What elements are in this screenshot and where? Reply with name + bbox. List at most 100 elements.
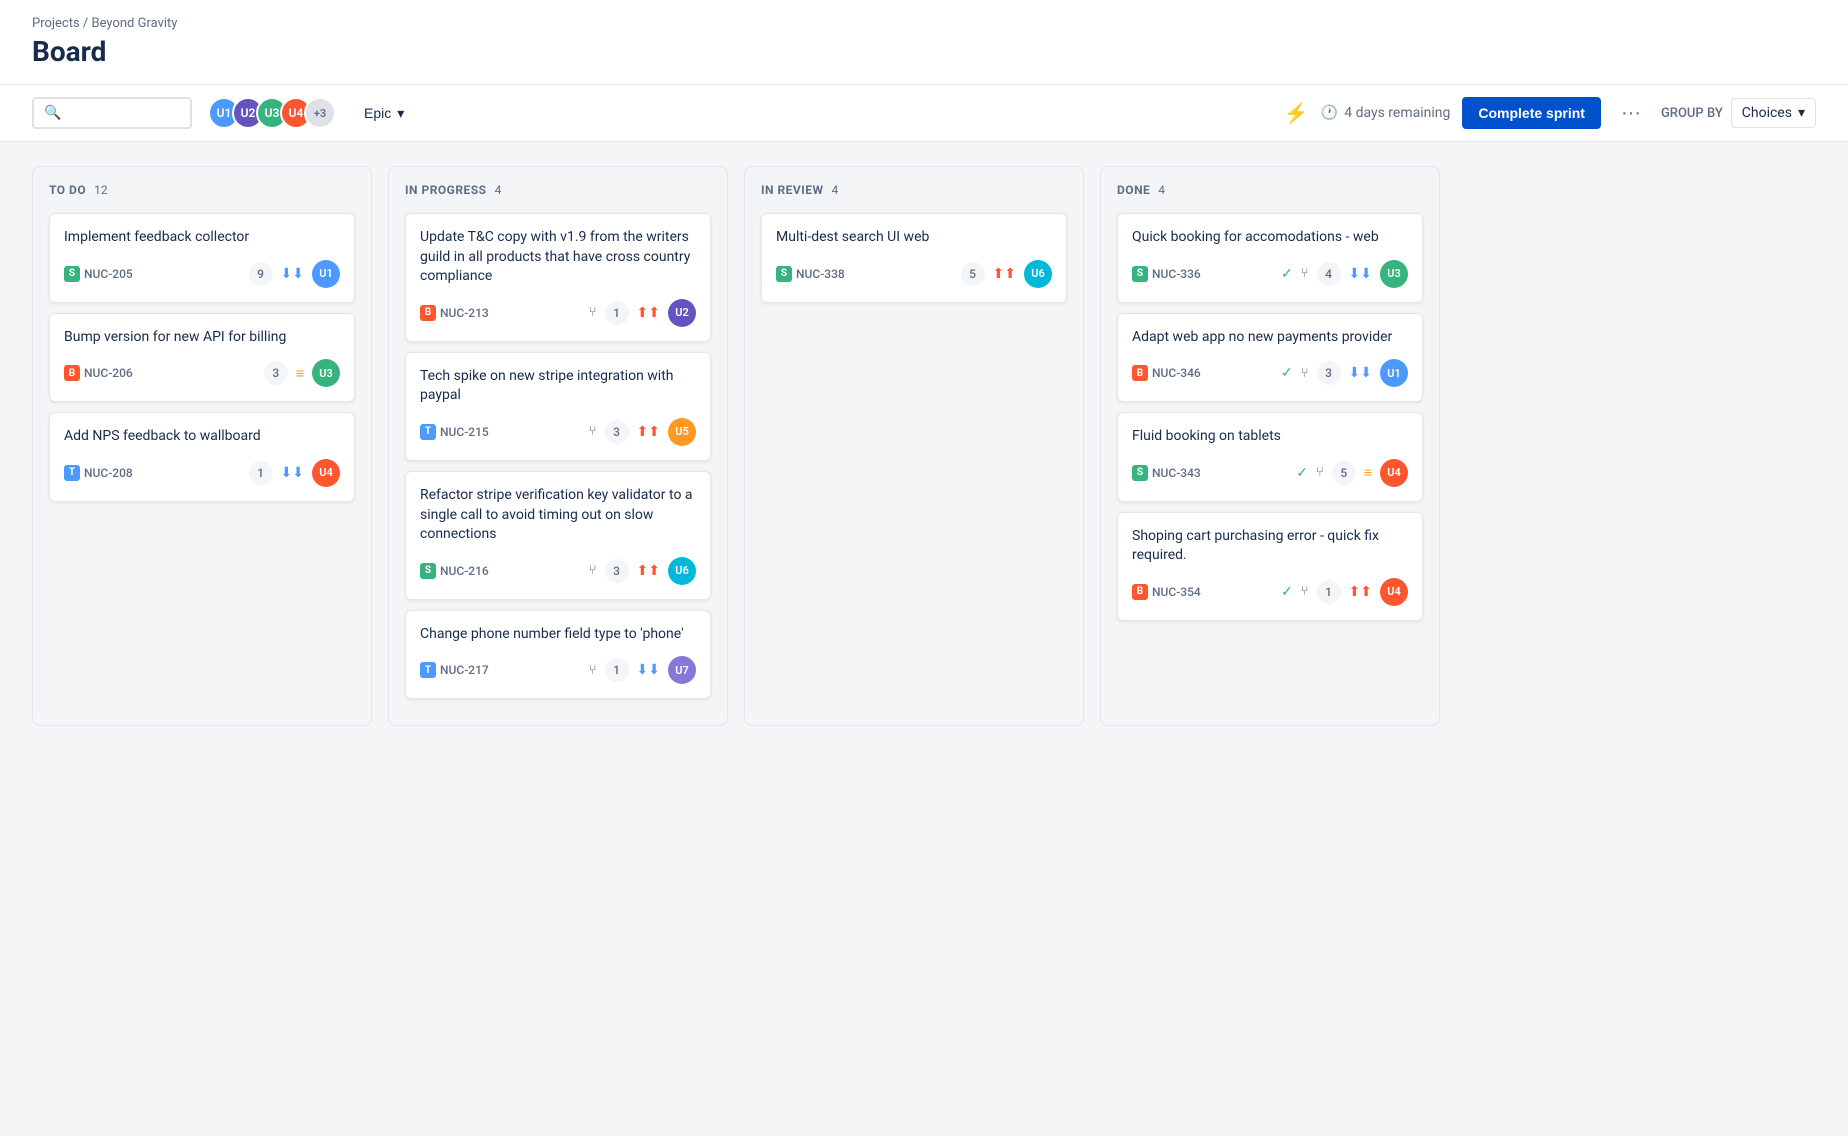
pr-icon: ⑂ [1301,366,1309,381]
card-meta: B NUC-213 ⑂ 1 ⬆⬆ U2 [420,299,696,327]
toolbar-left: 🔍 U1 U2 U3 U4 +3 Epic ▾ [32,97,416,129]
story-points: 3 [605,420,629,444]
card-meta: T NUC-215 ⑂ 3 ⬆⬆ U5 [420,418,696,446]
card-title: Shoping cart purchasing error - quick fi… [1132,527,1408,566]
issue-key: NUC-343 [1152,466,1201,480]
check-icon: ✓ [1281,365,1293,381]
pr-icon: ⑂ [1301,266,1309,281]
column-title: IN PROGRESS [405,183,487,197]
card[interactable]: Tech spike on new stripe integration wit… [405,352,711,461]
card[interactable]: Adapt web app no new payments provider B… [1117,313,1423,403]
column-inreview: IN REVIEW 4 Multi-dest search UI web S N… [744,166,1084,726]
avatar: U4 [1380,459,1408,487]
sprint-actions: ⚡ 🕐 4 days remaining Complete sprint ··· [1284,97,1649,129]
card[interactable]: Implement feedback collector S NUC-205 9… [49,213,355,303]
avatar: U4 [1380,578,1408,606]
column-count: 12 [94,183,108,197]
card[interactable]: Multi-dest search UI web S NUC-338 5 ⬆⬆ … [761,213,1067,303]
issue-key: NUC-205 [84,267,133,281]
story-points: 4 [1317,262,1341,286]
issue-badge: S NUC-338 [776,266,845,282]
story-points: 1 [249,461,273,485]
issue-key: NUC-213 [440,306,489,320]
issue-type-icon: T [420,662,436,678]
pr-icon: ⑂ [589,663,597,678]
issue-key: NUC-354 [1152,585,1201,599]
issue-type-icon: T [420,424,436,440]
search-box[interactable]: 🔍 [32,97,192,129]
card-title: Change phone number field type to 'phone… [420,625,696,645]
column-done: DONE 4 Quick booking for accomodations -… [1100,166,1440,726]
issue-key: NUC-338 [796,267,845,281]
avatar: U5 [668,418,696,446]
story-points: 3 [1317,361,1341,385]
issue-key: NUC-336 [1152,267,1201,281]
card-meta: S NUC-205 9 ⬇⬇ U1 [64,260,340,288]
avatar-group: U1 U2 U3 U4 +3 [208,97,336,129]
card[interactable]: Bump version for new API for billing B N… [49,313,355,403]
card-title: Multi-dest search UI web [776,228,1052,248]
epic-filter-button[interactable]: Epic ▾ [352,99,416,128]
issue-badge: B NUC-354 [1132,584,1201,600]
check-icon: ✓ [1281,584,1293,600]
avatar: U6 [668,557,696,585]
card[interactable]: Update T&C copy with v1.9 from the write… [405,213,711,342]
more-options-button[interactable]: ··· [1613,98,1649,129]
card[interactable]: Fluid booking on tablets S NUC-343 ✓ ⑂ 5… [1117,412,1423,502]
card-title: Quick booking for accomodations - web [1132,228,1408,248]
issue-type-icon: S [1132,266,1148,282]
lightning-icon[interactable]: ⚡ [1284,101,1309,125]
card-meta: S NUC-216 ⑂ 3 ⬆⬆ U6 [420,557,696,585]
issue-badge: S NUC-343 [1132,465,1201,481]
column-header: IN REVIEW 4 [761,183,1067,197]
time-remaining: 🕐 4 days remaining [1321,105,1451,121]
card[interactable]: Refactor stripe verification key validat… [405,471,711,600]
pr-icon: ⑂ [589,563,597,578]
story-points: 1 [1317,580,1341,604]
column-count: 4 [832,183,839,197]
issue-badge: B NUC-213 [420,305,489,321]
card-title: Add NPS feedback to wallboard [64,427,340,447]
check-icon: ✓ [1296,465,1308,481]
group-by-label: GROUP BY [1661,106,1723,121]
check-icon: ✓ [1281,266,1293,282]
group-by-value: Choices [1742,105,1792,121]
page-title: Board [32,35,1816,84]
clock-icon: 🕐 [1321,105,1338,121]
board: TO DO 12 Implement feedback collector S … [0,142,1848,750]
pr-icon: ⑂ [1316,465,1324,480]
avatar: U6 [1024,260,1052,288]
card[interactable]: Change phone number field type to 'phone… [405,610,711,700]
card-title: Update T&C copy with v1.9 from the write… [420,228,696,287]
card-meta: T NUC-217 ⑂ 1 ⬇⬇ U7 [420,656,696,684]
column-todo: TO DO 12 Implement feedback collector S … [32,166,372,726]
search-icon: 🔍 [44,105,61,121]
card-title: Implement feedback collector [64,228,340,248]
issue-badge: T NUC-215 [420,424,489,440]
issue-badge: B NUC-206 [64,365,133,381]
avatar: U1 [1380,359,1408,387]
column-count: 4 [495,183,502,197]
avatar: U4 [312,459,340,487]
header: Projects / Beyond Gravity Board [0,0,1848,85]
breadcrumb: Projects / Beyond Gravity [32,16,1816,31]
card[interactable]: Quick booking for accomodations - web S … [1117,213,1423,303]
group-by-select[interactable]: Choices ▾ [1731,98,1816,128]
card[interactable]: Add NPS feedback to wallboard T NUC-208 … [49,412,355,502]
complete-sprint-button[interactable]: Complete sprint [1462,97,1601,129]
avatar: U3 [1380,260,1408,288]
card-meta: B NUC-346 ✓ ⑂ 3 ⬇⬇ U1 [1132,359,1408,387]
issue-badge: B NUC-346 [1132,365,1201,381]
epic-label: Epic [364,105,391,121]
card[interactable]: Shoping cart purchasing error - quick fi… [1117,512,1423,621]
issue-key: NUC-217 [440,663,489,677]
story-points: 3 [264,361,288,385]
search-input[interactable] [67,105,180,121]
issue-key: NUC-215 [440,425,489,439]
card-meta: B NUC-354 ✓ ⑂ 1 ⬆⬆ U4 [1132,578,1408,606]
issue-key: NUC-208 [84,466,133,480]
avatar-more[interactable]: +3 [304,97,336,129]
issue-type-icon: B [1132,365,1148,381]
issue-type-icon: S [1132,465,1148,481]
story-points: 5 [1332,461,1356,485]
